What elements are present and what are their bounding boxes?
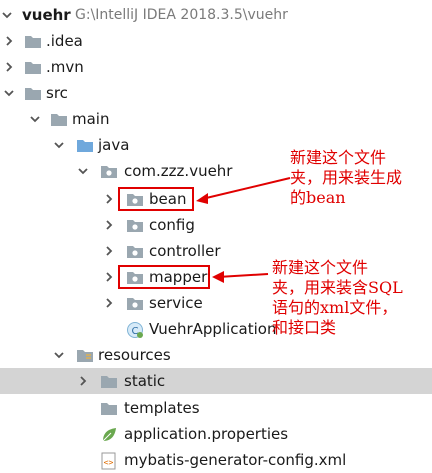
- package-icon: [126, 243, 144, 259]
- source-folder-icon: [76, 137, 94, 153]
- chevron-right-icon[interactable]: [104, 220, 114, 230]
- package-icon: [126, 295, 144, 311]
- mapper-annotation-note: 新建这个文件 夹，用来装含SQL 语句的xml文件， 和接口类: [272, 258, 403, 337]
- folder-icon: [50, 111, 68, 127]
- package-icon: [126, 217, 144, 233]
- tree-row-project[interactable]: vuehr G:\IntelliJ IDEA 2018.3.5\vuehr: [0, 2, 432, 28]
- tree-label-package: com.zzz.vuehr: [124, 162, 233, 180]
- tree-label-static: static: [124, 372, 166, 390]
- tree-label-templates: templates: [124, 399, 200, 417]
- chevron-right-icon[interactable]: [104, 298, 114, 308]
- chevron-down-icon[interactable]: [30, 114, 40, 124]
- tree-row-mybatis-config[interactable]: <> mybatis-generator-config.xml: [0, 447, 432, 473]
- xml-file-icon: <>: [100, 452, 118, 470]
- tree-label-java: java: [98, 136, 130, 154]
- tree-label-controller: controller: [149, 242, 221, 260]
- chevron-down-icon[interactable]: [78, 166, 88, 176]
- tree-label-mvn: .mvn: [46, 58, 84, 76]
- resources-folder-icon: [76, 347, 94, 363]
- chevron-right-icon[interactable]: [4, 36, 14, 46]
- tree-label-main: main: [72, 110, 110, 128]
- chevron-down-icon[interactable]: [54, 140, 64, 150]
- tree-row-templates[interactable]: templates: [0, 395, 432, 421]
- tree-row-resources[interactable]: resources: [0, 342, 432, 368]
- tree-row-app-properties[interactable]: application.properties: [0, 421, 432, 447]
- tree-row-idea[interactable]: .idea: [0, 28, 432, 54]
- package-icon: [100, 163, 118, 179]
- tree-row-src[interactable]: src: [0, 80, 432, 106]
- folder-icon: [24, 59, 42, 75]
- mapper-highlight-box: [118, 265, 210, 289]
- chevron-down-icon[interactable]: [2, 10, 12, 20]
- tree-label-idea: .idea: [46, 32, 83, 50]
- tree-label-resources: resources: [98, 346, 171, 364]
- chevron-right-icon[interactable]: [104, 246, 114, 256]
- folder-icon: [24, 33, 42, 49]
- chevron-right-icon[interactable]: [104, 272, 114, 282]
- chevron-right-icon[interactable]: [104, 194, 114, 204]
- svg-text:<>: <>: [104, 458, 114, 467]
- tree-label-app-properties: application.properties: [124, 425, 289, 443]
- project-name: vuehr: [22, 6, 71, 24]
- chevron-right-icon[interactable]: [78, 376, 88, 386]
- bean-highlight-box: [118, 187, 194, 211]
- chevron-down-icon[interactable]: [4, 88, 14, 98]
- folder-icon: [100, 400, 118, 416]
- spring-leaf-icon: [100, 426, 118, 442]
- project-path: G:\IntelliJ IDEA 2018.3.5\vuehr: [75, 7, 288, 23]
- tree-row-static[interactable]: static: [0, 368, 432, 394]
- tree-row-main[interactable]: main: [0, 106, 432, 132]
- folder-icon: [100, 373, 118, 389]
- chevron-right-icon[interactable]: [4, 62, 14, 72]
- tree-row-mvn[interactable]: .mvn: [0, 54, 432, 80]
- tree-label-app-class: VuehrApplication: [149, 320, 277, 338]
- tree-label-config: config: [149, 216, 195, 234]
- tree-row-config[interactable]: config: [0, 212, 432, 238]
- folder-icon: [24, 85, 42, 101]
- spring-class-icon: C: [126, 321, 144, 338]
- bean-annotation-note: 新建这个文件 夹，用来装生成 的bean: [290, 148, 403, 207]
- chevron-down-icon[interactable]: [54, 350, 64, 360]
- tree-label-mybatis-config: mybatis-generator-config.xml: [124, 451, 347, 469]
- tree-label-src: src: [46, 84, 68, 102]
- tree-label-service: service: [149, 294, 203, 312]
